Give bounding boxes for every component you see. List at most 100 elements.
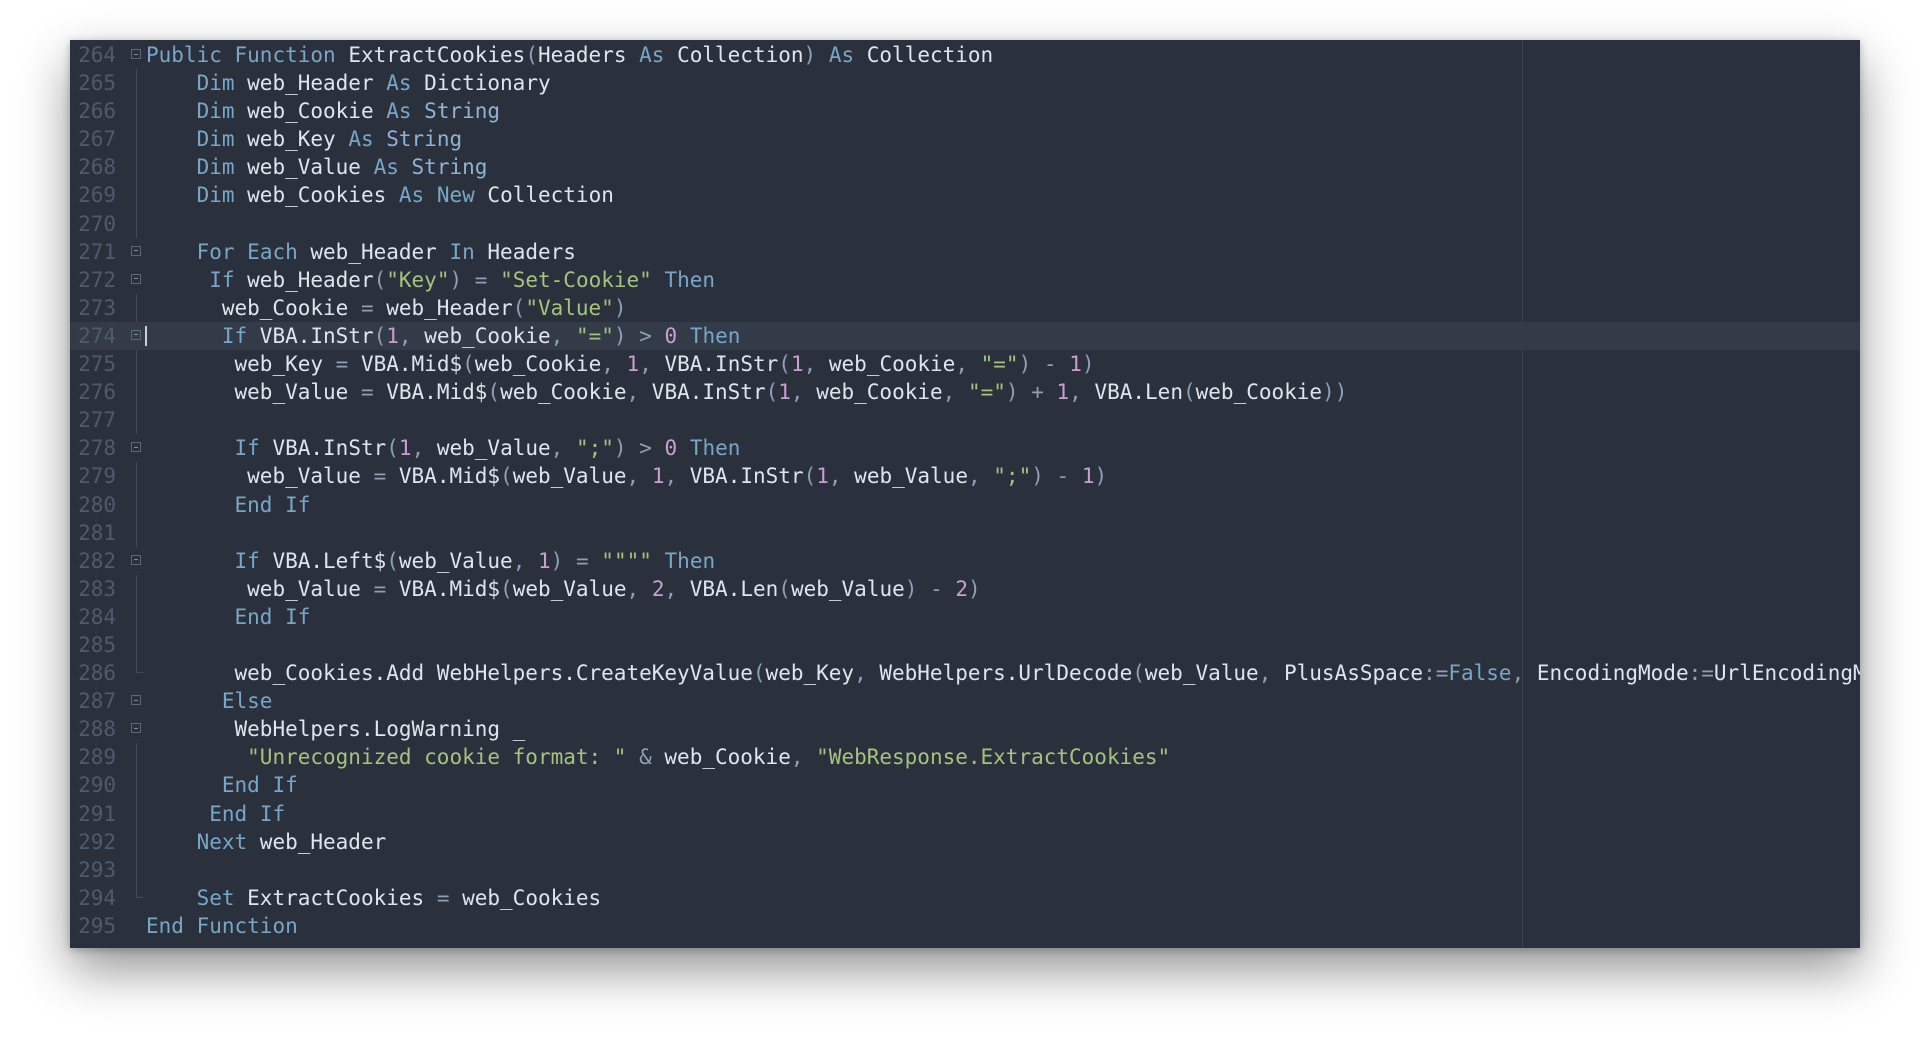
code-text[interactable]: "Unrecognized cookie format: " & web_Coo… [146, 743, 1170, 771]
code-token-id [981, 464, 994, 488]
code-line[interactable]: 273 web_Cookie = web_Header("Value") [70, 293, 1860, 322]
code-text[interactable]: WebHelpers.LogWarning _ [146, 715, 526, 743]
code-text[interactable]: If VBA.InStr(1, web_Cookie, "=") > 0 The… [146, 322, 741, 350]
code-line[interactable]: 271 For Each web_Header In Headers [70, 238, 1860, 266]
code-text[interactable]: web_Cookie = web_Header("Value") [146, 294, 627, 322]
code-line[interactable]: 276 web_Value = VBA.Mid$(web_Cookie, VBA… [70, 378, 1860, 407]
code-token-id: VBA.InStr [247, 323, 374, 348]
code-line[interactable]: 272 If web_Header("Key") = "Set-Cookie" … [70, 266, 1860, 294]
code-text[interactable]: Dim web_Header As Dictionary [146, 69, 551, 97]
code-line[interactable]: 280 End If [70, 490, 1860, 519]
fold-toggle-icon[interactable] [131, 245, 141, 256]
code-text[interactable]: Else [146, 687, 273, 715]
code-line[interactable]: 267 Dim web_Key As String [70, 125, 1860, 154]
code-line[interactable]: 264 Public Function ExtractCookies(Header… [70, 41, 1860, 69]
code-line[interactable]: 281 [70, 518, 1860, 547]
code-line[interactable]: 293 [70, 855, 1860, 884]
code-token-op: = [360, 380, 374, 405]
code-token-id [462, 268, 475, 292]
code-token-id: Dictionary [411, 71, 551, 96]
code-text[interactable]: Dim web_Value As String [146, 153, 488, 181]
code-editor-window[interactable]: 264 Public Function ExtractCookies(Header… [70, 40, 1860, 948]
fold-guide [136, 630, 137, 660]
fold-toggle-icon[interactable] [131, 554, 141, 565]
code-line[interactable]: 268 Dim web_Value As String [70, 153, 1860, 182]
code-line[interactable]: 285 [70, 630, 1860, 660]
code-line[interactable]: 278 If VBA.InStr(1, web_Value, ";") > 0 … [70, 434, 1860, 462]
code-line[interactable]: 279 web_Value = VBA.Mid$(web_Value, 1, V… [70, 462, 1860, 491]
fold-toggle-icon[interactable] [131, 442, 141, 453]
code-token-id: web_Header [247, 829, 387, 854]
code-token-id: web_Cookie [234, 99, 387, 124]
code-text[interactable]: Next web_Header [146, 828, 387, 856]
code-token-id [563, 436, 576, 460]
code-text[interactable]: End Function [146, 912, 298, 940]
code-line[interactable]: 292 Next web_Header [70, 827, 1860, 856]
code-token-kw: Each [247, 239, 298, 264]
code-line[interactable]: 284 End If [70, 602, 1860, 631]
code-token-kw: False [1448, 661, 1512, 686]
fold-toggle-icon[interactable] [131, 723, 141, 734]
line-number: 292 [78, 829, 116, 854]
line-number: 264 [78, 43, 116, 67]
code-line[interactable]: 266 Dim web_Cookie As String [70, 97, 1860, 126]
code-text[interactable]: End If [146, 771, 298, 799]
code-token-op: , [550, 323, 564, 348]
code-text[interactable]: web_Value = VBA.Mid$(web_Value, 2, VBA.L… [146, 575, 981, 603]
code-token-id [1069, 464, 1082, 488]
fold-toggle-icon[interactable] [131, 695, 141, 706]
code-text[interactable]: Dim web_Cookies As New Collection [146, 181, 614, 209]
code-line[interactable]: 274 If VBA.InStr(1, web_Cookie, "=") > 0… [70, 321, 1860, 351]
code-line[interactable]: 265 Dim web_Header As Dictionary [70, 69, 1860, 98]
code-line[interactable]: 294 Set ExtractCookies = web_Cookies [70, 883, 1860, 912]
code-line[interactable]: 282 If VBA.Left$(web_Value, 1) = """" Th… [70, 547, 1860, 575]
code-token-id [627, 324, 640, 348]
code-text[interactable]: Dim web_Key As String [146, 125, 463, 153]
line-number: 293 [78, 857, 116, 882]
code-line[interactable]: 291 End If [70, 799, 1860, 828]
code-line[interactable]: 295 End Function [70, 912, 1860, 940]
code-text[interactable]: For Each web_Header In Headers [146, 238, 576, 266]
code-token-op: , [639, 352, 652, 377]
code-text[interactable]: If VBA.Left$(web_Value, 1) = """" Then [146, 547, 716, 575]
code-line[interactable]: 270 [70, 209, 1860, 238]
fold-toggle-icon[interactable] [131, 273, 141, 284]
fold-toggle-icon[interactable] [131, 329, 141, 340]
code-text[interactable]: End If [146, 491, 311, 519]
code-line[interactable]: 277 [70, 406, 1860, 435]
code-token-op: , [664, 464, 678, 489]
code-line[interactable]: 288 WebHelpers.LogWarning _ [70, 715, 1860, 743]
code-area[interactable]: 264 Public Function ExtractCookies(Header… [70, 40, 1860, 940]
code-text[interactable]: Dim web_Cookie As String [146, 97, 500, 125]
code-text[interactable]: web_Key = VBA.Mid$(web_Cookie, 1, VBA.In… [146, 350, 1095, 378]
code-text[interactable]: End If [146, 800, 285, 828]
code-text[interactable]: web_Cookies.Add WebHelpers.CreateKeyValu… [146, 659, 1860, 687]
fold-toggle-icon[interactable] [131, 49, 141, 59]
code-line[interactable]: 290 End If [70, 771, 1860, 800]
fold-guide [136, 799, 137, 828]
code-token-num: 1 [1056, 380, 1070, 405]
code-token-id: VBA.Mid$ [386, 464, 501, 489]
code-token-op: , [664, 576, 678, 601]
line-number: 285 [78, 632, 116, 657]
code-text[interactable]: If VBA.InStr(1, web_Value, ";") > 0 Then [146, 434, 741, 462]
code-text[interactable]: web_Value = VBA.Mid$(web_Value, 1, VBA.I… [146, 462, 1107, 490]
code-line[interactable]: 269 Dim web_Cookies As New Collection [70, 181, 1860, 210]
code-text[interactable]: End If [146, 603, 311, 631]
code-token-op: ) [1018, 352, 1032, 377]
code-line[interactable]: 289 "Unrecognized cookie format: " & web… [70, 743, 1860, 772]
code-text[interactable]: web_Value = VBA.Mid$(web_Cookie, VBA.InS… [146, 378, 1348, 406]
code-text[interactable]: Set ExtractCookies = web_Cookies [146, 884, 602, 912]
code-text[interactable]: If web_Header("Key") = "Set-Cookie" Then [146, 266, 715, 294]
code-line[interactable]: 283 web_Value = VBA.Mid$(web_Value, 2, V… [70, 574, 1860, 603]
code-line[interactable]: 275 web_Key = VBA.Mid$(web_Cookie, 1, VB… [70, 350, 1860, 379]
code-text[interactable]: Public Function ExtractCookies(Headers A… [146, 41, 993, 69]
code-line[interactable]: 286 web_Cookies.Add WebHelpers.CreateKey… [70, 659, 1860, 687]
code-token-op: ( [778, 576, 791, 601]
code-token-id [968, 352, 981, 376]
code-line[interactable]: 287 Else [70, 687, 1860, 715]
